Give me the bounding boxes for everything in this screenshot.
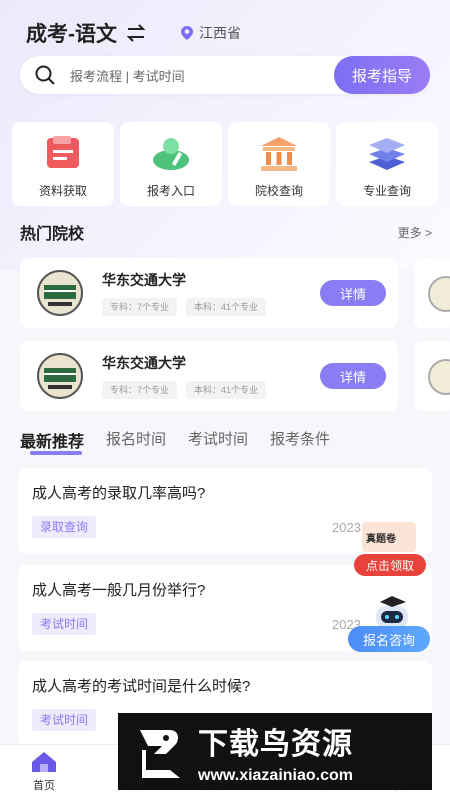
undergrad-count-chip: 本科：41个专业 bbox=[186, 381, 267, 399]
article-title: 成人高考的录取几率高吗? bbox=[32, 485, 206, 502]
exam-paper-promo[interactable]: 真题卷 点击领取 bbox=[352, 520, 426, 578]
hot-schools-title: 热门院校 bbox=[20, 226, 85, 243]
article-tag: 录取查询 bbox=[32, 516, 97, 538]
quick-link-label: 院校查询 bbox=[254, 184, 303, 198]
layers-stack-icon bbox=[369, 138, 405, 170]
signup-pen-icon bbox=[153, 138, 189, 170]
undergrad-count-chip: 本科：41个专业 bbox=[186, 298, 267, 316]
tab-registration-time[interactable]: 报名时间 bbox=[106, 428, 166, 449]
tab-requirements[interactable]: 报考条件 bbox=[270, 428, 330, 449]
school-name: 华东交通大学 bbox=[102, 272, 186, 288]
watermark-title: 下载鸟资源 bbox=[198, 727, 353, 761]
document-folder-icon bbox=[47, 136, 79, 168]
claim-button[interactable]: 点击领取 bbox=[354, 554, 426, 576]
more-link[interactable]: 更多 > bbox=[398, 224, 432, 241]
school-card[interactable]: 华东交通大学 专科：7个专业 本科：41个专业 详情 bbox=[20, 258, 398, 328]
school-logo-icon bbox=[428, 276, 450, 312]
tabbar-item-home[interactable]: 首页 bbox=[14, 751, 74, 793]
quick-link-label: 资料获取 bbox=[38, 184, 87, 198]
search-icon bbox=[35, 65, 55, 85]
swap-icon[interactable] bbox=[125, 22, 147, 44]
quick-link-majors[interactable]: 专业查询 bbox=[336, 122, 438, 206]
location-label: 江西省 bbox=[199, 25, 241, 41]
college-count-chip: 专科：7个专业 bbox=[102, 298, 178, 316]
robot-graduate-icon bbox=[376, 596, 408, 628]
school-logo-icon bbox=[37, 270, 83, 316]
search-bar[interactable]: 报考流程 | 考试时间 报考指导 bbox=[20, 56, 430, 94]
quick-link-materials[interactable]: 资料获取 bbox=[12, 122, 114, 206]
tab-latest[interactable]: 最新推荐 bbox=[20, 428, 84, 452]
school-name: 华东交通大学 bbox=[102, 355, 186, 371]
detail-button[interactable]: 详情 bbox=[320, 363, 386, 389]
quick-link-label: 报考入口 bbox=[146, 184, 195, 198]
school-card-peek[interactable] bbox=[414, 258, 450, 328]
home-icon bbox=[32, 752, 56, 772]
tabbar-label: 首页 bbox=[33, 780, 55, 792]
quick-link-signup[interactable]: 报考入口 bbox=[120, 122, 222, 206]
page-title: 成考-语文 bbox=[26, 23, 117, 46]
tab-exam-time[interactable]: 考试时间 bbox=[188, 428, 248, 449]
quick-links: 资料获取 报考入口 院校查询 专业查询 bbox=[12, 122, 438, 206]
article-title: 成人高考的考试时间是什么时候? bbox=[32, 678, 251, 695]
quick-link-label: 专业查询 bbox=[362, 184, 411, 198]
school-card[interactable]: 华东交通大学 专科：7个专业 本科：41个专业 详情 bbox=[20, 341, 398, 411]
article-tag: 考试时间 bbox=[32, 709, 97, 731]
college-count-chip: 专科：7个专业 bbox=[102, 381, 178, 399]
school-building-icon bbox=[261, 137, 297, 171]
header: 成考-语文 江西省 bbox=[26, 18, 241, 48]
article-tag: 考试时间 bbox=[32, 613, 97, 635]
quick-link-schools[interactable]: 院校查询 bbox=[228, 122, 330, 206]
article-tabs: 最新推荐 报名时间 考试时间 报考条件 bbox=[20, 428, 352, 456]
school-logo-icon bbox=[428, 359, 450, 395]
watermark-text: 下载鸟资源 www.xiazainiao.com bbox=[198, 719, 353, 785]
watermark-url: www.xiazainiao.com bbox=[198, 766, 354, 784]
location-pin-icon bbox=[181, 26, 193, 40]
article-title: 成人高考一般几月份举行? bbox=[32, 582, 206, 599]
consult-button[interactable]: 报名咨询 bbox=[348, 626, 430, 652]
bird-logo-icon bbox=[126, 719, 190, 784]
exam-paper-label: 真题卷 bbox=[366, 534, 396, 545]
school-logo-icon bbox=[37, 353, 83, 399]
hot-schools-header: 热门院校 更多 > bbox=[20, 220, 432, 244]
detail-button[interactable]: 详情 bbox=[320, 280, 386, 306]
watermark: 下载鸟资源 www.xiazainiao.com bbox=[118, 713, 432, 790]
consult-promo[interactable]: 报名咨询 bbox=[346, 594, 432, 658]
location-selector[interactable]: 江西省 bbox=[181, 23, 241, 43]
school-card-peek[interactable] bbox=[414, 341, 450, 411]
active-tab-indicator bbox=[30, 451, 82, 455]
guide-button[interactable]: 报考指导 bbox=[334, 56, 430, 94]
